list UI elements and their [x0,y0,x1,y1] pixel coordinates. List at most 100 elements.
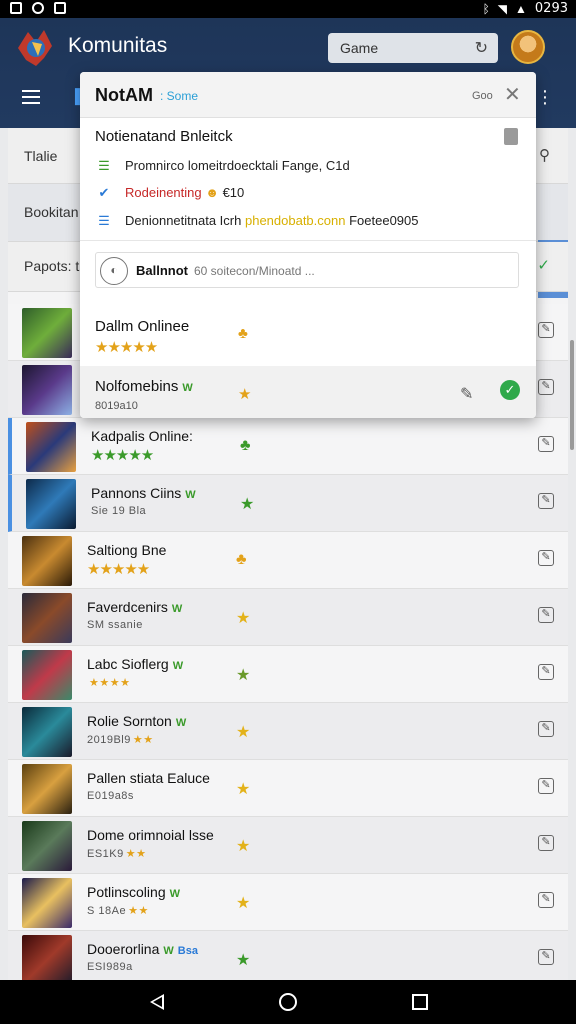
emoji-icon: ☻ [205,185,219,200]
game-meta: 2019Bl9 ★★ [87,734,154,746]
edit-icon[interactable]: ✎ [460,384,473,404]
edit-icon[interactable]: ✎ [538,493,554,509]
clipboard-icon[interactable] [504,128,518,145]
home-icon[interactable] [279,993,297,1011]
game-thumbnail [22,308,72,358]
section-title: Notienatand Bnleitck [95,128,233,145]
close-icon[interactable]: ✕ [504,82,521,107]
clock: 0293 [534,1,568,16]
filter-label: Bookitan [24,204,79,220]
game-thumbnail [22,536,72,586]
menu-icon[interactable] [22,90,40,104]
more-options-icon[interactable]: · · · [540,81,550,113]
game-name: Faverdcenirs W [87,599,183,615]
edit-icon[interactable]: ✎ [538,379,554,395]
popup-game-row[interactable]: Dallm Onlinee ★★★★★ ♣ [80,306,536,362]
avatar[interactable] [511,30,545,64]
bluetooth-icon: ᛒ [482,1,490,16]
tab-indicator[interactable]: ▐ [70,88,80,104]
edit-icon[interactable]: ✎ [538,892,554,908]
search-value: Game [340,40,379,56]
status-bar: ᛒ ◥ ▲ 0293 [0,0,576,18]
game-name: Pannons Ciins W [91,485,196,501]
star-icon: ★ [236,952,251,969]
star-icon: ★ [236,781,251,798]
game-meta: Sie 19 Bla [91,505,147,517]
list-item[interactable]: Faverdcenirs W SM ssanie ★ ✎ [8,589,568,646]
signal-icon: ▲ [515,1,527,16]
comment-input[interactable]: ◐ Ballnnot 60 soitecon/Minoatd ... [95,252,519,288]
rating-stars: ★★★★★ [91,447,154,464]
list-item[interactable]: Kadpalis Online: ★★★★★ ♣ ✎ [8,418,568,475]
popup-subtitle: : Some [160,89,199,103]
list-item[interactable]: Saltiong Bne ★★★★★ ♣ ✎ [8,532,568,589]
badge-icon: ♣ [240,437,251,454]
input-value: Ballnnot [136,263,188,278]
game-meta: ESI989a [87,961,133,973]
wifi-icon: ◥ [497,1,508,16]
edit-icon[interactable]: ✎ [538,322,554,338]
game-meta: 8019a10 [95,400,138,412]
rating-stars: ★★★★★ [95,339,158,356]
list-check-icon: ☰ [98,158,110,173]
game-meta: SM ssanie [87,619,143,631]
search-icon[interactable]: ⚲ [539,146,550,164]
game-name: Rolie Sornton W [87,713,187,729]
star-icon: ★ [236,895,251,912]
back-icon[interactable] [150,994,164,1010]
recents-icon[interactable] [412,994,428,1010]
popup-game-row[interactable]: Nolfomebins W 8019a10 ★ ✎ ✓ [80,366,536,418]
list-item[interactable]: Labc Sioflerg W ★★★★ ★ ✎ [8,646,568,703]
input-placeholder: 60 soitecon/Minoatd ... [194,264,315,278]
popup-item[interactable]: ☰ Denionnetitnata Icrh phendobatb.conn Fo… [95,213,418,229]
game-name: Labc Sioflerg W [87,656,184,672]
check-icon[interactable]: ✓ [537,256,550,274]
image-icon [54,2,66,14]
edit-icon[interactable]: ✎ [538,436,554,452]
game-name: Dome orimnoial lsse [87,827,214,843]
app-title: Komunitas [68,34,168,57]
search-input[interactable]: Game ↻ [328,33,498,63]
notification-icon [10,2,22,14]
game-thumbnail [22,764,72,814]
star-icon: ★ [236,838,251,855]
edit-icon[interactable]: ✎ [538,835,554,851]
edit-icon[interactable]: ✎ [538,721,554,737]
list-item[interactable]: Dome orimnoial lsse ES1K9 ★★ ★ ✎ [8,817,568,874]
avatar-placeholder-icon: ◐ [100,257,128,285]
edit-icon[interactable]: ✎ [538,949,554,965]
edit-icon[interactable]: ✎ [538,664,554,680]
game-thumbnail [22,593,72,643]
game-thumbnail [26,422,76,472]
list-item[interactable]: Pallen stiata Ealuce E019a8s ★ ✎ [8,760,568,817]
popup-item[interactable]: ☰ Promnirco lomeitrdoecktali Fange, C1d [95,158,350,174]
game-name: Dooerorlina W Bsa [87,941,198,957]
list-item[interactable]: Pannons Ciins W Sie 19 Bla ★ ✎ [8,475,568,532]
list-icon: ☰ [98,213,110,228]
star-icon: ★ [240,496,255,513]
edit-icon[interactable]: ✎ [538,778,554,794]
scrollbar[interactable] [570,340,574,450]
list-header-label: Tlalie [24,148,58,164]
game-name: Dallm Onlinee [95,318,190,335]
edit-icon[interactable]: ✎ [538,550,554,566]
app-logo-icon [18,30,52,66]
popup-title: NotAM [95,85,153,105]
sort-label: Papots: t [24,258,80,274]
rating-stars: ★★★★★ [87,561,150,578]
game-thumbnail [26,479,76,529]
game-name: Kadpalis Online: [91,428,193,444]
popup-item[interactable]: ✔ Rodeinenting ☻ €10 [95,185,245,201]
game-thumbnail [22,821,72,871]
list-item[interactable]: Potlinscoling W S 18Ae ★★ ★ ✎ [8,874,568,931]
popup-header: NotAM : Some Goo ✕ [80,72,536,118]
refresh-icon[interactable]: ↻ [475,38,488,58]
game-meta: E019a8s [87,790,134,802]
navigation-bar [0,980,576,1024]
list-item[interactable]: Rolie Sornton W 2019Bl9 ★★ ★ ✎ [8,703,568,760]
confirm-check-icon[interactable]: ✓ [500,380,520,400]
verified-icon: ✔ [98,185,110,200]
edit-icon[interactable]: ✎ [538,607,554,623]
star-icon: ★ [238,386,252,403]
close-label[interactable]: Goo [472,90,493,102]
